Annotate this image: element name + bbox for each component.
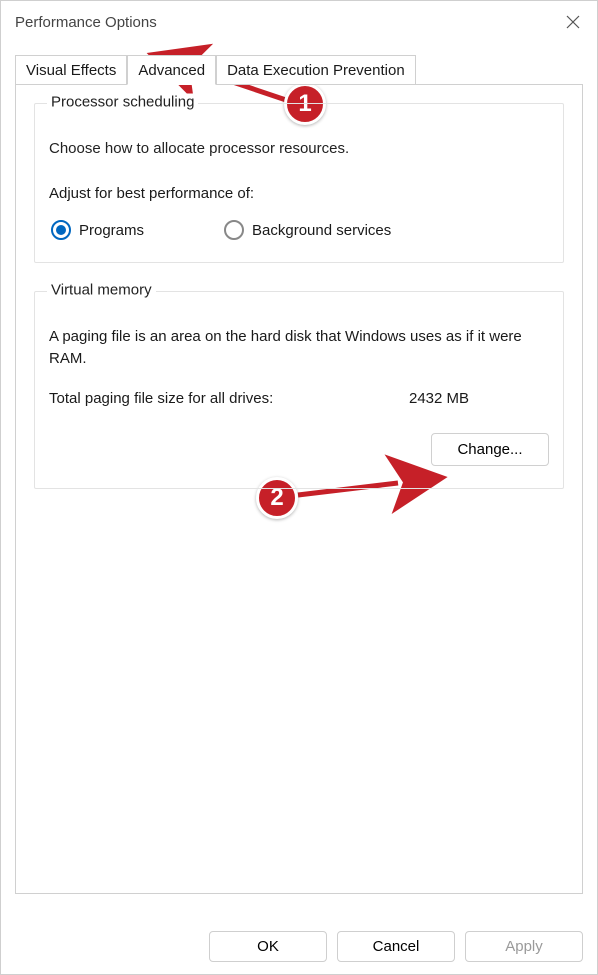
- paging-size-label: Total paging file size for all drives:: [49, 390, 409, 407]
- dialog-button-row: OK Cancel Apply: [1, 921, 597, 974]
- button-label: Change...: [457, 441, 522, 458]
- tab-label: Data Execution Prevention: [227, 62, 405, 79]
- button-label: Apply: [505, 938, 543, 955]
- virtual-memory-desc: A paging file is an area on the hard dis…: [49, 326, 549, 370]
- tab-visual-effects[interactable]: Visual Effects: [15, 55, 127, 84]
- radio-row: Programs Background services: [49, 220, 549, 240]
- apply-button[interactable]: Apply: [465, 931, 583, 962]
- adjust-label: Adjust for best performance of:: [49, 185, 549, 202]
- tab-advanced[interactable]: Advanced: [127, 55, 216, 85]
- ok-button[interactable]: OK: [209, 931, 327, 962]
- group-title: Virtual memory: [47, 282, 156, 299]
- paging-size-row: Total paging file size for all drives: 2…: [49, 390, 549, 407]
- button-label: Cancel: [373, 938, 420, 955]
- radio-icon: [224, 220, 244, 240]
- tab-panel-advanced: Processor scheduling Choose how to alloc…: [15, 84, 583, 894]
- radio-label: Background services: [252, 222, 391, 239]
- virtual-memory-group: Virtual memory A paging file is an area …: [34, 291, 564, 489]
- radio-icon: [51, 220, 71, 240]
- tab-dep[interactable]: Data Execution Prevention: [216, 55, 416, 84]
- performance-options-dialog: Performance Options Visual Effects Advan…: [0, 0, 598, 975]
- button-label: OK: [257, 938, 279, 955]
- processor-desc: Choose how to allocate processor resourc…: [49, 138, 549, 159]
- radio-programs[interactable]: Programs: [51, 220, 144, 240]
- radio-label: Programs: [79, 222, 144, 239]
- tab-strip: Visual Effects Advanced Data Execution P…: [15, 55, 583, 84]
- window-title: Performance Options: [15, 14, 157, 31]
- group-title: Processor scheduling: [47, 94, 198, 111]
- change-button-row: Change...: [49, 433, 549, 466]
- dialog-content: Visual Effects Advanced Data Execution P…: [1, 45, 597, 921]
- tab-label: Advanced: [138, 62, 205, 79]
- titlebar: Performance Options: [1, 1, 597, 45]
- close-icon: [566, 15, 580, 29]
- radio-background-services[interactable]: Background services: [224, 220, 391, 240]
- processor-scheduling-group: Processor scheduling Choose how to alloc…: [34, 103, 564, 263]
- change-button[interactable]: Change...: [431, 433, 549, 466]
- tab-label: Visual Effects: [26, 62, 116, 79]
- close-button[interactable]: [551, 2, 595, 42]
- paging-size-value: 2432 MB: [409, 390, 469, 407]
- cancel-button[interactable]: Cancel: [337, 931, 455, 962]
